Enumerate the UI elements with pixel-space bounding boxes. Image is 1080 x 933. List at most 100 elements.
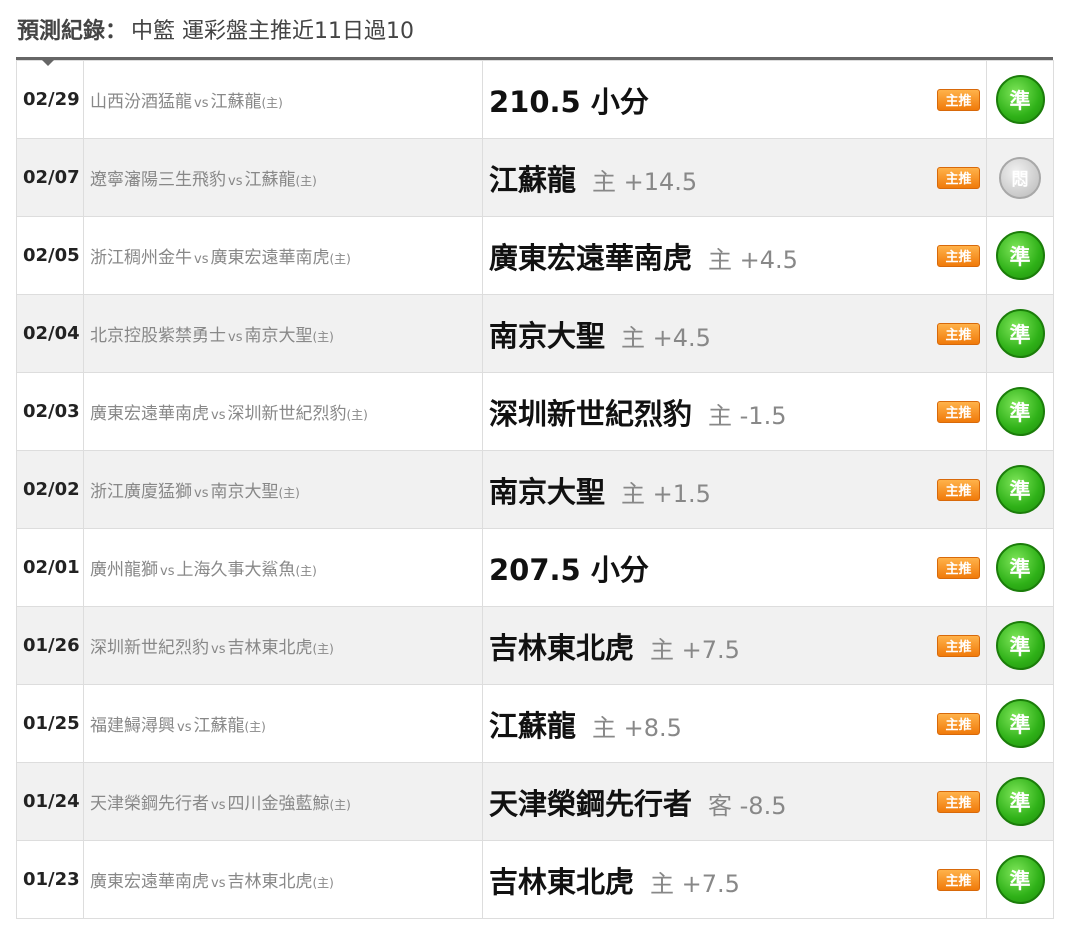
pick-team: 江蘇龍 [489,162,577,197]
main-pick-badge: 主推 [937,478,980,501]
game-date: 01/24 [16,762,84,841]
prediction-pick: 深圳新世紀烈豹主 -1.5 主推 [482,372,987,451]
main-pick-badge: 主推 [937,244,980,267]
pick-spread: 主 +7.5 [650,869,740,898]
header-title: 中籃 運彩盤主推近11日過10 [131,19,415,44]
pick-team: 南京大聖 [489,318,606,353]
win-result-icon: 準 [995,231,1045,280]
prediction-pick: 廣東宏遠華南虎主 +4.5 主推 [482,216,987,295]
main-pick-badge: 主推 [937,322,980,345]
result-cell: 準 [986,60,1054,139]
matchup[interactable]: 福建鱘潯興 vs 江蘇龍(主) [83,684,483,763]
result-cell: 準 [986,684,1054,763]
win-result-icon: 準 [995,309,1045,358]
game-date: 01/23 [16,840,84,919]
home-tag: (主) [346,408,368,422]
matchup[interactable]: 廣東宏遠華南虎 vs 吉林東北虎(主) [83,840,483,919]
matchup[interactable]: 北京控股紫禁勇士 vs 南京大聖(主) [83,294,483,373]
table-row: 02/05 浙江稠州金牛 vs 廣東宏遠華南虎(主) 廣東宏遠華南虎主 +4.5 主推準 [16,216,1054,295]
away-team: 福建鱘潯興 [90,716,175,736]
main-pick-badge: 主推 [937,400,980,423]
vs-label: vs [211,408,226,423]
vs-label: vs [211,876,226,891]
matchup[interactable]: 深圳新世紀烈豹 vs 吉林東北虎(主) [83,606,483,685]
matchup[interactable]: 遼寧瀋陽三生飛豹 vs 江蘇龍(主) [83,138,483,217]
home-tag: (主) [312,876,334,890]
away-team: 廣州龍獅 [90,560,158,580]
home-team: 上海久事大鯊魚 [176,560,296,580]
pick-team: 吉林東北虎 [489,630,635,665]
pick-team: 207.5 小分 [489,552,649,587]
table-row: 01/25 福建鱘潯興 vs 江蘇龍(主) 江蘇龍主 +8.5 主推準 [16,684,1054,763]
main-pick-badge: 主推 [937,868,980,891]
home-tag: (主) [278,486,300,500]
pick-spread: 主 +14.5 [592,167,698,196]
win-result-icon: 準 [995,543,1045,592]
header-label: 預測紀錄 [17,19,106,44]
pick-spread: 客 -8.5 [708,791,787,820]
pick-spread: 主 +8.5 [592,713,682,742]
win-result-icon: 準 [995,699,1045,748]
pick-spread: 主 +1.5 [621,479,711,508]
pick-team: 天津榮鋼先行者 [489,786,693,821]
result-cell: 準 [986,372,1054,451]
main-pick-badge: 主推 [937,556,980,579]
vs-label: vs [228,174,243,189]
away-team: 遼寧瀋陽三生飛豹 [90,170,226,190]
pick-team: 210.5 小分 [489,84,649,119]
record-rows: 02/29 山西汾酒猛龍 vs 江蘇龍(主) 210.5 小分 主推準 02/07 遼寧瀋陽三… [16,60,1054,919]
game-date: 02/29 [16,60,84,139]
matchup[interactable]: 天津榮鋼先行者 vs 四川金強藍鯨(主) [83,762,483,841]
push-result-icon: 悶 [999,156,1041,199]
vs-label: vs [211,798,226,813]
away-team: 深圳新世紀烈豹 [90,638,209,658]
pick-team: 南京大聖 [489,474,606,509]
result-cell: 準 [986,762,1054,841]
pick-team: 廣東宏遠華南虎 [489,240,693,275]
table-row: 01/26 深圳新世紀烈豹 vs 吉林東北虎(主) 吉林東北虎主 +7.5 主推準 [16,606,1054,685]
home-tag: (主) [295,174,317,188]
result-cell: 悶 [986,138,1054,217]
home-tag: (主) [295,564,317,578]
table-row: 01/24 天津榮鋼先行者 vs 四川金強藍鯨(主) 天津榮鋼先行者客 -8.5 主推準 [16,762,1054,841]
matchup[interactable]: 浙江廣廈猛獅 vs 南京大聖(主) [83,450,483,529]
matchup[interactable]: 山西汾酒猛龍 vs 江蘇龍(主) [83,60,483,139]
game-date: 02/03 [16,372,84,451]
away-team: 山西汾酒猛龍 [90,92,192,112]
home-tag: (主) [261,96,283,110]
result-cell: 準 [986,450,1054,529]
table-row: 02/02 浙江廣廈猛獅 vs 南京大聖(主) 南京大聖主 +1.5 主推準 [16,450,1054,529]
away-team: 浙江稠州金牛 [90,248,192,268]
prediction-record-table: 02/29 山西汾酒猛龍 vs 江蘇龍(主) 210.5 小分 主推準 02/07 遼寧瀋陽三… [16,57,1054,919]
home-team: 南京大聖 [210,482,279,502]
vs-label: vs [194,252,209,267]
game-date: 02/05 [16,216,84,295]
table-row: 02/07 遼寧瀋陽三生飛豹 vs 江蘇龍(主) 江蘇龍主 +14.5 主推悶 [16,138,1054,217]
matchup[interactable]: 浙江稠州金牛 vs 廣東宏遠華南虎(主) [83,216,483,295]
home-team: 江蘇龍 [244,170,296,190]
home-team: 吉林東北虎 [227,638,313,658]
pick-spread: 主 +4.5 [621,323,711,352]
win-result-icon: 準 [995,855,1045,904]
result-cell: 準 [986,216,1054,295]
away-team: 天津榮鋼先行者 [90,794,209,814]
win-result-icon: 準 [995,777,1045,826]
prediction-pick: 江蘇龍主 +8.5 主推 [482,684,987,763]
prediction-pick: 207.5 小分 主推 [482,528,987,607]
table-row: 01/23 廣東宏遠華南虎 vs 吉林東北虎(主) 吉林東北虎主 +7.5 主推準 [16,840,1054,919]
prediction-pick: 南京大聖主 +1.5 主推 [482,450,987,529]
matchup[interactable]: 廣州龍獅 vs 上海久事大鯊魚(主) [83,528,483,607]
vs-label: vs [194,96,209,111]
matchup[interactable]: 廣東宏遠華南虎 vs 深圳新世紀烈豹(主) [83,372,483,451]
home-team: 江蘇龍 [210,92,262,112]
game-date: 01/25 [16,684,84,763]
prediction-pick: 南京大聖主 +4.5 主推 [482,294,987,373]
main-pick-badge: 主推 [937,88,980,111]
main-pick-badge: 主推 [937,634,980,657]
tab-pointer-icon [41,59,55,66]
home-team: 江蘇龍 [193,716,245,736]
pick-spread: 主 +4.5 [708,245,798,274]
home-team: 南京大聖 [244,326,313,346]
result-cell: 準 [986,294,1054,373]
win-result-icon: 準 [995,387,1045,436]
